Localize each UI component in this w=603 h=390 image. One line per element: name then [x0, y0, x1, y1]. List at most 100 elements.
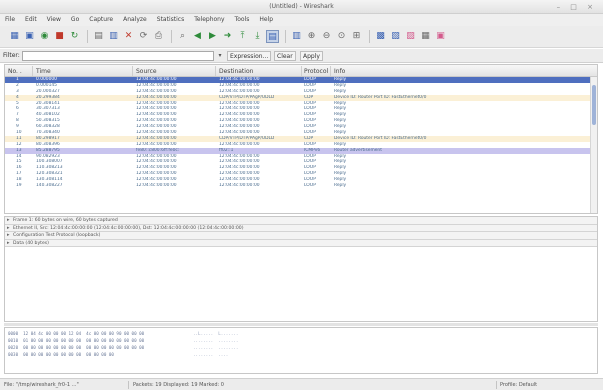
last-packet-icon[interactable]: ⤓	[251, 30, 264, 43]
detail-tree-label: Ethernet II, Src: 12:04:4c:00:00:00 (12:…	[13, 225, 244, 231]
status-packets: Packets: 19 Displayed: 19 Marked: 0	[133, 382, 224, 388]
column-time[interactable]: Time	[36, 68, 51, 75]
hex-offset: 0000	[8, 331, 19, 336]
clear-button[interactable]: Clear	[274, 51, 296, 61]
filter-input[interactable]	[22, 51, 214, 61]
hex-row[interactable]: 0000 12 04 4c 00 00 00 12 04 4c 00 00 00…	[8, 331, 144, 337]
packet-rows: 1 0.000000 12:04:4c:00:00:00 12:04:4c:00:00…	[5, 77, 597, 189]
detail-tree-item[interactable]: ▸ Frame 1: 60 bytes on wire, 60 bytes cap…	[5, 217, 597, 225]
packet-time: 140.308227	[36, 183, 63, 189]
packet-source: 12:04:4c:00:00:00	[136, 183, 177, 189]
open-file-icon[interactable]: ▤	[92, 30, 105, 43]
hex-offset: 0010	[8, 338, 19, 343]
menu-tools[interactable]: Tools	[230, 14, 255, 23]
print-icon[interactable]: ⎙	[152, 30, 165, 43]
colorize-icon[interactable]: ▤	[266, 30, 279, 43]
zoom-out-icon[interactable]: ⊖	[320, 30, 333, 43]
stop-capture-icon[interactable]: ■	[53, 30, 66, 43]
detail-tree-item[interactable]: ▸ Ethernet II, Src: 12:04:4c:00:00:00 (12…	[5, 224, 597, 233]
status-profile[interactable]: Profile: Default	[500, 382, 537, 388]
options-icon[interactable]: ▣	[23, 30, 36, 43]
start-capture-icon[interactable]: ◉	[38, 30, 51, 43]
zoom-in-icon[interactable]: ⊕	[305, 30, 318, 43]
detail-tree-label: Frame 1: 60 bytes on wire, 60 bytes capt…	[13, 218, 118, 223]
hex-offset: 0020	[8, 345, 19, 350]
window-controls[interactable]: – □ ×	[557, 3, 597, 11]
status-bar: File: "/tmp/wireshark_fr0-1 ..." Packets…	[0, 378, 603, 390]
menu-view[interactable]: View	[42, 14, 66, 23]
column-protocol[interactable]: Protocol	[304, 68, 328, 75]
packet-list-scrollbar[interactable]	[590, 77, 597, 213]
menu-statistics[interactable]: Statistics	[152, 14, 189, 23]
menu-help[interactable]: Help	[254, 14, 278, 23]
hex-ascii: ..L..... L.......	[193, 331, 239, 336]
menu-capture[interactable]: Capture	[84, 14, 118, 23]
coloring-rules-icon[interactable]: ▨	[404, 30, 417, 43]
packet-list-header: No. . Time Source Destination Protocol I…	[5, 65, 597, 77]
help-icon[interactable]: ▣	[434, 30, 447, 43]
column-no[interactable]: No. .	[8, 68, 22, 75]
restart-capture-icon[interactable]: ↻	[68, 30, 81, 43]
close-file-icon[interactable]: ✕	[122, 30, 135, 43]
filter-bar: Filter: ▾ Expression... Clear Apply	[0, 49, 603, 63]
menu-bar: File Edit View Go Capture Analyze Statistics Te…	[0, 14, 603, 26]
expand-arrow-icon[interactable]: ▸	[7, 217, 10, 225]
go-back-icon[interactable]: ◀	[191, 30, 204, 43]
packet-protocol: LOOP	[304, 183, 316, 189]
scrollbar-thumb[interactable]	[592, 85, 596, 125]
detail-tree-label: Data (40 bytes)	[13, 240, 49, 246]
column-info[interactable]: Info	[334, 68, 345, 75]
display-filters-icon[interactable]: ▧	[389, 30, 402, 43]
expression-button[interactable]: Expression...	[227, 51, 272, 61]
expand-arrow-icon[interactable]: ▸	[7, 232, 10, 240]
capture-filters-icon[interactable]: ▩	[374, 30, 387, 43]
toolbar-separator	[369, 30, 370, 43]
apply-button[interactable]: Apply	[300, 51, 323, 61]
hex-ascii: ........ ........	[193, 338, 239, 343]
menu-go[interactable]: Go	[66, 14, 84, 23]
packet-list: No. . Time Source Destination Protocol I…	[4, 64, 598, 214]
hex-row[interactable]: 0030 00 00 00 00 00 00 00 00 00 00 00 00	[8, 352, 114, 358]
hex-bytes: 01 00 00 00 00 00 00 00 00 00 00 00 00 0…	[23, 338, 145, 343]
column-destination[interactable]: Destination	[219, 68, 253, 75]
toolbar-separator	[285, 30, 286, 43]
hex-row[interactable]: 0010 01 00 00 00 00 00 00 00 00 00 00 00…	[8, 338, 144, 344]
find-packet-icon[interactable]: ⌕	[176, 30, 189, 43]
pane-splitter[interactable]	[4, 323, 598, 326]
expand-arrow-icon[interactable]: ▸	[7, 240, 10, 248]
hex-row[interactable]: 0020 00 00 00 00 00 00 00 00 00 00 00 00…	[8, 345, 144, 351]
title-bar: (Untitled) - Wireshark – □ ×	[0, 0, 603, 14]
first-packet-icon[interactable]: ⤒	[236, 30, 249, 43]
packet-bytes-pane: 0000 12 04 4c 00 00 00 12 04 4c 00 00 00…	[4, 327, 598, 374]
menu-edit[interactable]: Edit	[20, 14, 42, 23]
auto-scroll-icon[interactable]: ▥	[290, 30, 303, 43]
save-file-icon[interactable]: ▥	[107, 30, 120, 43]
filter-dropdown-icon[interactable]: ▾	[216, 51, 224, 61]
packet-row[interactable]: 19 140.308227 12:04:4c:00:00:00 12:04:4c:00…	[5, 183, 597, 189]
column-source[interactable]: Source	[136, 68, 157, 75]
preferences-icon[interactable]: ▦	[419, 30, 432, 43]
toolbar-separator	[171, 30, 172, 43]
packet-details-pane: ▸ Frame 1: 60 bytes on wire, 60 bytes cap…	[4, 216, 598, 322]
menu-analyze[interactable]: Analyze	[118, 14, 152, 23]
packet-destination: 12:04:4c:00:00:00	[219, 183, 260, 189]
hex-offset: 0030	[8, 352, 19, 357]
hex-ascii: ........ ....	[193, 352, 229, 357]
normal-size-icon[interactable]: ⊙	[335, 30, 348, 43]
menu-telephony[interactable]: Telephony	[189, 14, 229, 23]
hex-ascii: ........ ........	[193, 345, 239, 350]
menu-file[interactable]: File	[0, 14, 20, 23]
hex-bytes: 00 00 00 00 00 00 00 00 00 00 00 00 00 0…	[23, 345, 145, 350]
packet-no: 19	[16, 183, 22, 189]
resize-columns-icon[interactable]: ⊞	[350, 30, 363, 43]
packet-info: Reply	[334, 183, 347, 189]
detail-tree-item[interactable]: ▸ Configuration Test Protocol (loopback)	[5, 232, 597, 240]
detail-tree-item[interactable]: ▸ Data (40 bytes)	[5, 239, 597, 248]
interfaces-icon[interactable]: ▦	[8, 30, 21, 43]
filter-label: Filter:	[3, 52, 20, 59]
go-forward-icon[interactable]: ▶	[206, 30, 219, 43]
expand-arrow-icon[interactable]: ▸	[7, 225, 10, 233]
reload-icon[interactable]: ⟳	[137, 30, 150, 43]
go-to-packet-icon[interactable]: ➜	[221, 30, 234, 43]
status-file: File: "/tmp/wireshark_fr0-1 ..."	[4, 382, 79, 388]
